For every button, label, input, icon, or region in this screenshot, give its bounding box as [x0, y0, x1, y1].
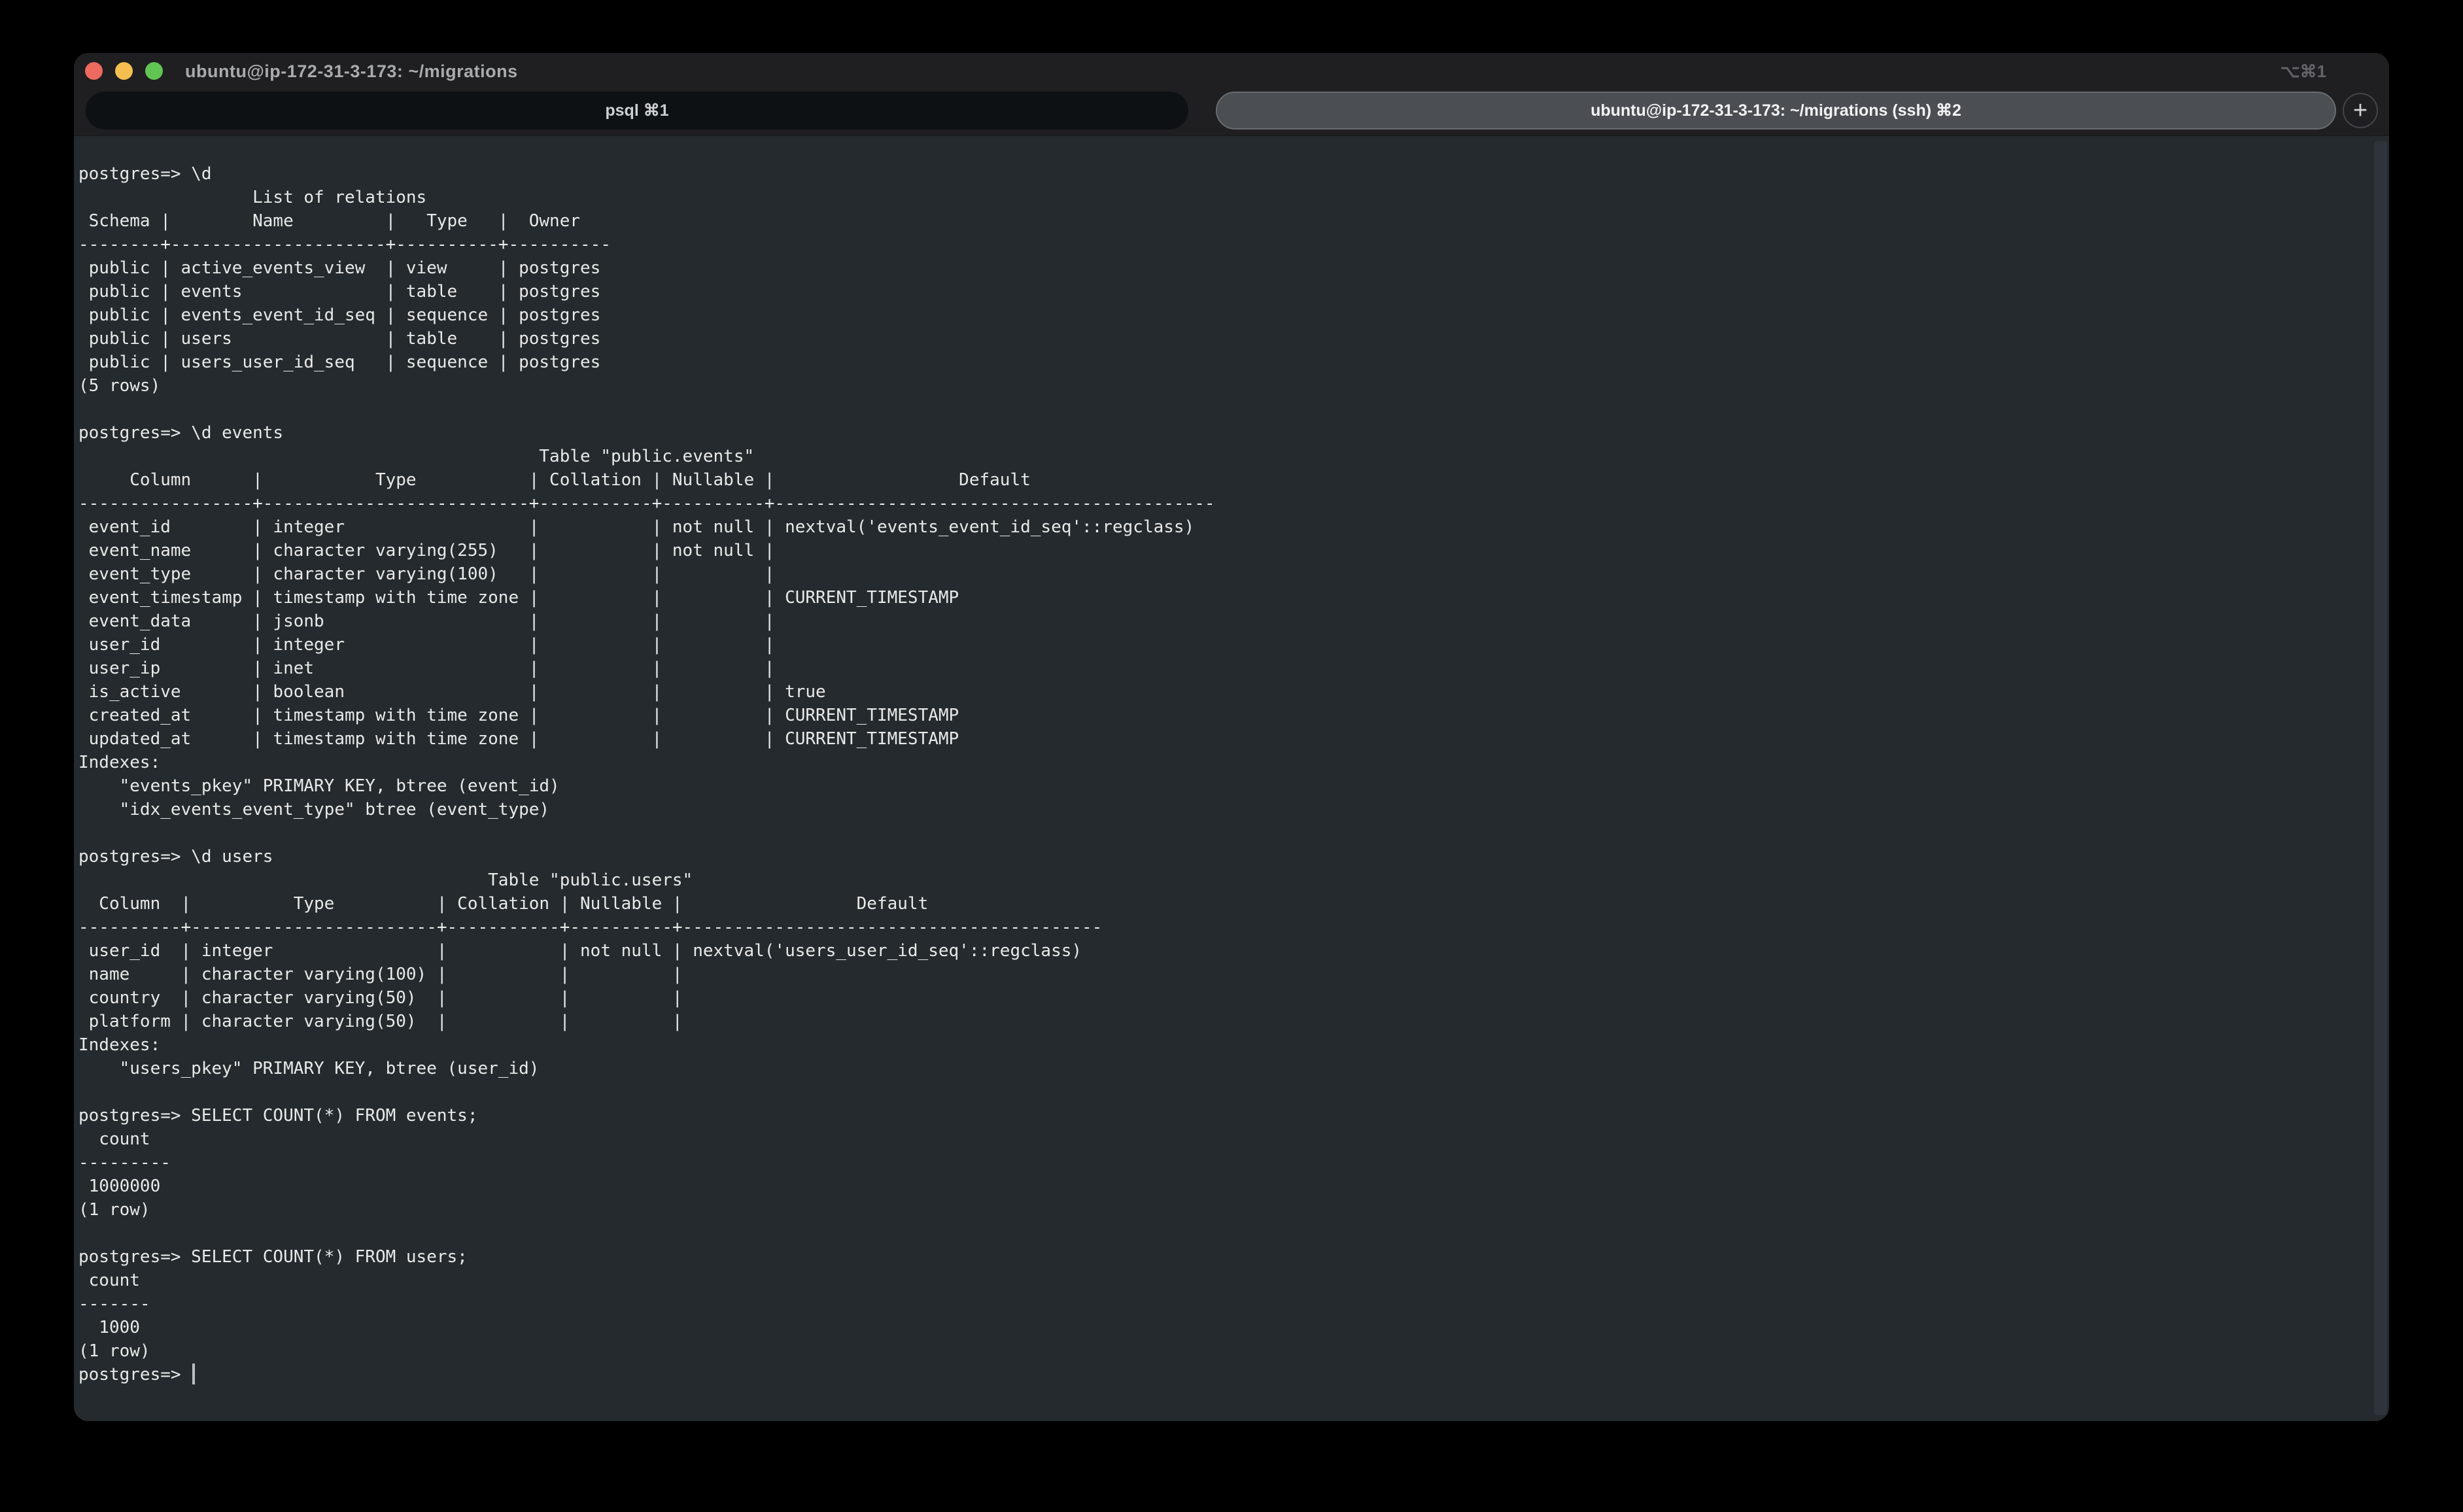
terminal-cursor — [192, 1364, 195, 1384]
new-tab-button[interactable]: + — [2343, 93, 2378, 128]
desktop-background: ubuntu@ip-172-31-3-173: ~/migrations ⌥⌘1… — [0, 0, 2463, 1512]
terminal-prompt: postgres=> — [78, 1365, 191, 1384]
minimize-window-button[interactable] — [115, 62, 133, 80]
terminal-screen[interactable]: postgres=> \d List of relations Schema |… — [74, 136, 2389, 1421]
terminal-window: ubuntu@ip-172-31-3-173: ~/migrations ⌥⌘1… — [74, 53, 2389, 1421]
traffic-lights — [85, 62, 163, 80]
window-titlebar[interactable]: ubuntu@ip-172-31-3-173: ~/migrations ⌥⌘1… — [74, 53, 2389, 136]
terminal-prompt-line: postgres=> — [78, 1363, 2389, 1386]
tab-ssh-migrations[interactable]: ubuntu@ip-172-31-3-173: ~/migrations (ss… — [1216, 92, 2336, 129]
tab-ssh-migrations-label: ubuntu@ip-172-31-3-173: ~/migrations (ss… — [1591, 101, 1961, 120]
window-title: ubuntu@ip-172-31-3-173: ~/migrations — [185, 61, 518, 82]
terminal-output: postgres=> \d List of relations Schema |… — [78, 162, 2389, 1363]
tab-bar: psql ⌘1 ubuntu@ip-172-31-3-173: ~/migrat… — [74, 92, 2389, 129]
window-shortcut-hint: ⌥⌘1 — [2281, 61, 2326, 81]
plus-icon: + — [2353, 98, 2368, 123]
fullscreen-window-button[interactable] — [145, 62, 163, 80]
tab-psql[interactable]: psql ⌘1 — [86, 92, 1188, 129]
close-window-button[interactable] — [85, 62, 103, 80]
scrollbar-thumb[interactable] — [2374, 141, 2387, 1415]
tab-psql-label: psql ⌘1 — [605, 101, 668, 120]
